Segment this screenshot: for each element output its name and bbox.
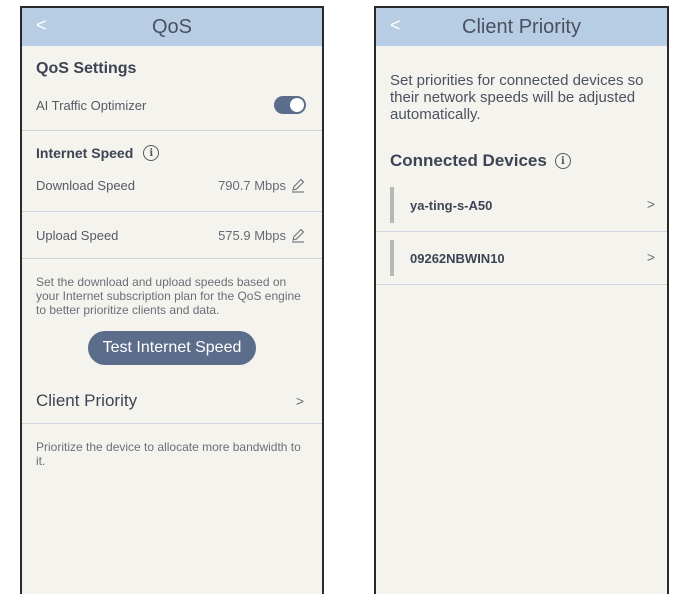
speed-description: Set the download and upload speeds based… [36, 275, 301, 317]
device-list: ya-ting-s-A50 > 09262NBWIN10 > [376, 179, 667, 285]
ai-optimizer-label: AI Traffic Optimizer [36, 97, 147, 113]
qos-header: < QoS [22, 8, 322, 46]
info-icon[interactable]: i [554, 153, 571, 169]
test-internet-speed-button[interactable]: Test Internet Speed [88, 331, 256, 365]
test-speed-wrapper: Test Internet Speed [36, 331, 308, 365]
device-name: 09262NBWIN10 [410, 250, 505, 266]
device-indicator-bar [390, 187, 394, 223]
download-speed-value: 790.7 Mbps [218, 177, 286, 193]
upload-speed-row: Upload Speed 575.9 Mbps [36, 225, 306, 245]
upload-speed-value: 575.9 Mbps [218, 227, 286, 243]
device-list-item[interactable]: ya-ting-s-A50 > [376, 179, 667, 231]
device-indicator-bar [390, 240, 394, 276]
upload-speed-section: Upload Speed 575.9 Mbps [22, 212, 322, 245]
divider [376, 284, 667, 285]
info-icon[interactable]: i [143, 145, 160, 161]
ai-optimizer-toggle[interactable] [274, 96, 306, 114]
speed-description-section: Set the download and upload speeds based… [22, 259, 322, 365]
internet-speed-title-row: Internet Speed i [36, 145, 306, 161]
download-speed-row: Download Speed 790.7 Mbps [36, 175, 306, 195]
client-priority-description-section: Prioritize the device to allocate more b… [22, 424, 322, 468]
qos-settings-title: QoS Settings [36, 60, 137, 77]
connected-devices-title-row: Connected Devices i [390, 151, 653, 171]
device-name: ya-ting-s-A50 [410, 197, 493, 213]
back-button[interactable]: < [390, 15, 401, 36]
ai-optimizer-row: AI Traffic Optimizer [36, 94, 306, 116]
client-priority-screen: < Client Priority Set priorities for con… [374, 6, 669, 594]
upload-speed-label: Upload Speed [36, 227, 119, 243]
edit-pencil-icon[interactable] [290, 177, 306, 193]
connected-devices-title: Connected Devices [390, 151, 547, 170]
qos-settings-section: QoS Settings AI Traffic Optimizer [22, 46, 322, 116]
device-list-item[interactable]: 09262NBWIN10 > [376, 232, 667, 284]
qos-screen: < QoS QoS Settings AI Traffic Optimizer … [20, 6, 324, 594]
back-button[interactable]: < [36, 15, 47, 36]
client-priority-header: < Client Priority [376, 8, 667, 46]
download-speed-label: Download Speed [36, 177, 136, 193]
client-priority-description: Set priorities for connected devices so … [390, 72, 644, 123]
page-title: Client Priority [462, 15, 581, 38]
client-priority-label: Client Priority [36, 391, 138, 410]
client-priority-intro: Set priorities for connected devices so … [376, 46, 667, 123]
download-speed-value-group: 790.7 Mbps [218, 177, 306, 193]
toggle-knob [290, 98, 304, 112]
page-title: QoS [151, 15, 193, 38]
edit-pencil-icon[interactable] [290, 227, 306, 243]
upload-speed-value-group: 575.9 Mbps [218, 227, 306, 243]
chevron-right-icon: > [646, 249, 655, 265]
client-priority-description: Prioritize the device to allocate more b… [36, 440, 301, 468]
chevron-right-icon: > [646, 196, 655, 212]
client-priority-row[interactable]: Client Priority > [22, 379, 322, 423]
chevron-right-icon: > [295, 393, 304, 409]
connected-devices-header: Connected Devices i [376, 123, 667, 171]
internet-speed-section: Internet Speed i Download Speed 790.7 Mb… [22, 131, 322, 195]
internet-speed-title: Internet Speed [36, 145, 134, 161]
